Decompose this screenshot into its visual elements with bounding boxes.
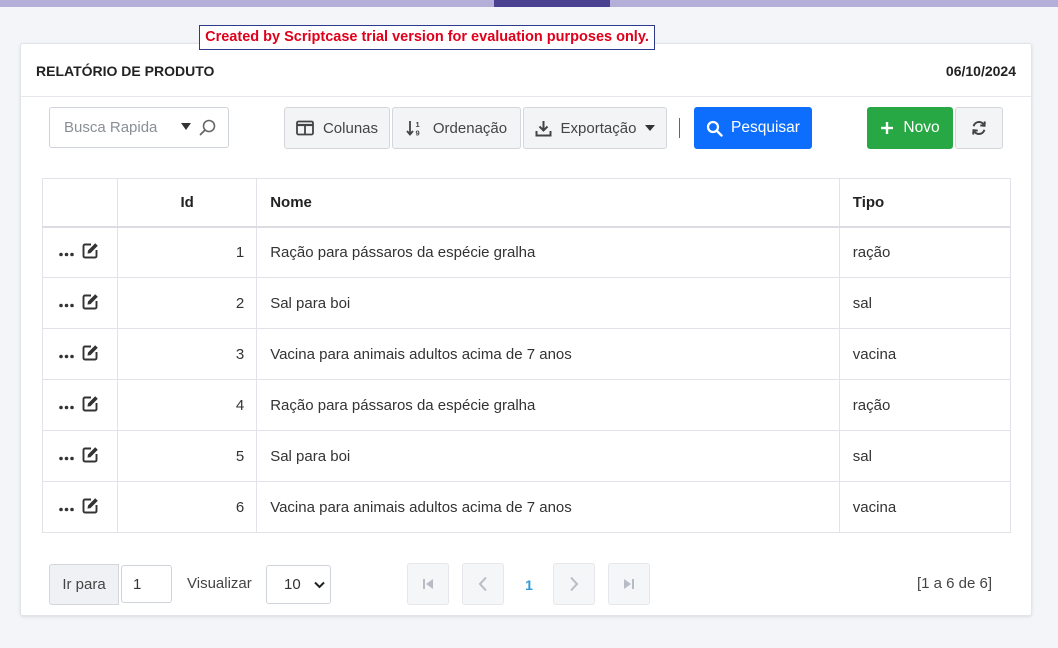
row-actions [41,430,119,482]
top-bar-accent [494,0,610,7]
search-icon[interactable] [198,118,218,138]
cell-id: 6 [117,481,258,533]
cell-id: 4 [117,379,258,431]
first-page-icon [423,579,433,589]
new-button-label: Novo [903,119,940,136]
cell-tipo: ração [838,379,1012,431]
cell-nome: Vacina para animais adultos acima de 7 a… [256,328,840,380]
more-options-icon[interactable] [59,244,74,261]
chevron-left-icon [478,576,487,592]
search-button[interactable]: Pesquisar [694,107,812,149]
more-options-icon[interactable] [59,397,74,414]
cell-tipo: sal [838,430,1012,482]
export-label: Exportação [560,119,637,137]
edit-icon[interactable] [82,446,99,467]
page-title: RELATÓRIO DE PRODUTO [36,63,215,79]
table-row: 5 Sal para boi sal [41,430,1012,482]
current-page-link[interactable]: 1 [517,573,541,597]
records-summary: [1 a 6 de 6] [916,575,992,592]
table-row: 4 Ração para pássaros da espécie gralha ra… [41,379,1012,431]
edit-icon[interactable] [82,497,99,518]
page-size-select[interactable]: 10 [266,565,331,604]
columns-label: Colunas [322,119,379,137]
last-page-button[interactable] [608,563,650,605]
refresh-icon [972,121,986,135]
cell-id: 3 [117,328,258,380]
more-options-icon[interactable] [59,295,74,312]
cell-nome: Sal para boi [256,277,840,329]
report-date: 06/10/2024 [945,63,1016,79]
row-actions [41,277,119,329]
trial-banner: Created by Scriptcase trial version for … [199,25,655,50]
table-header-row: Id Nome Tipo [41,178,1012,228]
cell-nome: Ração para pássaros da espécie gralha [256,379,840,431]
cell-id: 5 [117,430,258,482]
row-actions [41,328,119,380]
more-options-icon[interactable] [59,499,74,516]
row-actions [41,226,119,278]
export-caret-icon [645,125,656,131]
cell-id: 2 [117,277,258,329]
edit-icon[interactable] [82,242,99,263]
quick-search-input[interactable] [51,109,171,146]
cell-tipo: sal [838,277,1012,329]
cell-id: 1 [117,226,258,278]
chevron-down-icon [314,581,325,589]
more-options-icon[interactable] [59,346,74,363]
search-dropdown-caret-icon[interactable] [181,123,191,130]
download-icon [535,120,552,136]
cell-nome: Vacina para animais adultos acima de 7 a… [256,481,840,533]
search-icon [706,120,723,137]
cell-tipo: ração [838,226,1012,278]
page-size-value: 10 [284,576,301,593]
toolbar-divider [679,118,680,138]
previous-page-button[interactable] [462,563,504,605]
id-column-header[interactable]: Id [117,178,258,228]
edit-icon[interactable] [82,293,99,314]
cell-nome: Sal para boi [256,430,840,482]
chevron-right-icon [570,576,579,592]
sort-button[interactable]: 1 9 Ordenação [392,107,521,149]
go-to-page-button[interactable]: Ir para [49,564,119,605]
more-options-icon[interactable] [59,448,74,465]
search-button-label: Pesquisar [731,119,800,136]
columns-icon [296,120,314,136]
plus-icon [881,122,894,134]
new-button[interactable]: Novo [867,107,953,149]
table-row: 1 Ração para pássaros da espécie gralha ra… [41,226,1012,278]
cell-tipo: vacina [838,328,1012,380]
first-page-button[interactable] [407,563,449,605]
sort-label: Ordenação [432,119,508,137]
svg-text:9: 9 [415,129,419,138]
columns-button[interactable]: Colunas [284,107,390,149]
edit-icon[interactable] [82,344,99,365]
card-header: RELATÓRIO DE PRODUTO 06/10/2024 [21,44,1031,97]
tipo-column-header[interactable]: Tipo [838,178,1012,228]
nome-column-header[interactable]: Nome [256,178,840,228]
actions-column-header [41,178,119,228]
page-size-label: Visualizar [187,575,252,592]
edit-icon[interactable] [82,395,99,416]
last-page-icon [624,579,634,589]
next-page-button[interactable] [553,563,595,605]
refresh-button[interactable] [955,107,1003,149]
row-actions [41,481,119,533]
products-table: Id Nome Tipo 1 Ração para pássaros da esp… [41,178,1012,533]
table-row: 3 Vacina para animais adultos acima de 7 … [41,328,1012,380]
row-actions [41,379,119,431]
quick-search [49,107,229,148]
export-button[interactable]: Exportação [523,107,667,149]
report-card: RELATÓRIO DE PRODUTO 06/10/2024 Colunas … [20,43,1032,616]
cell-tipo: vacina [838,481,1012,533]
go-to-page-input[interactable] [121,565,172,603]
cell-nome: Ração para pássaros da espécie gralha [256,226,840,278]
table-row: 2 Sal para boi sal [41,277,1012,329]
sort-icon: 1 9 [406,120,420,138]
table-row: 6 Vacina para animais adultos acima de 7 … [41,481,1012,533]
